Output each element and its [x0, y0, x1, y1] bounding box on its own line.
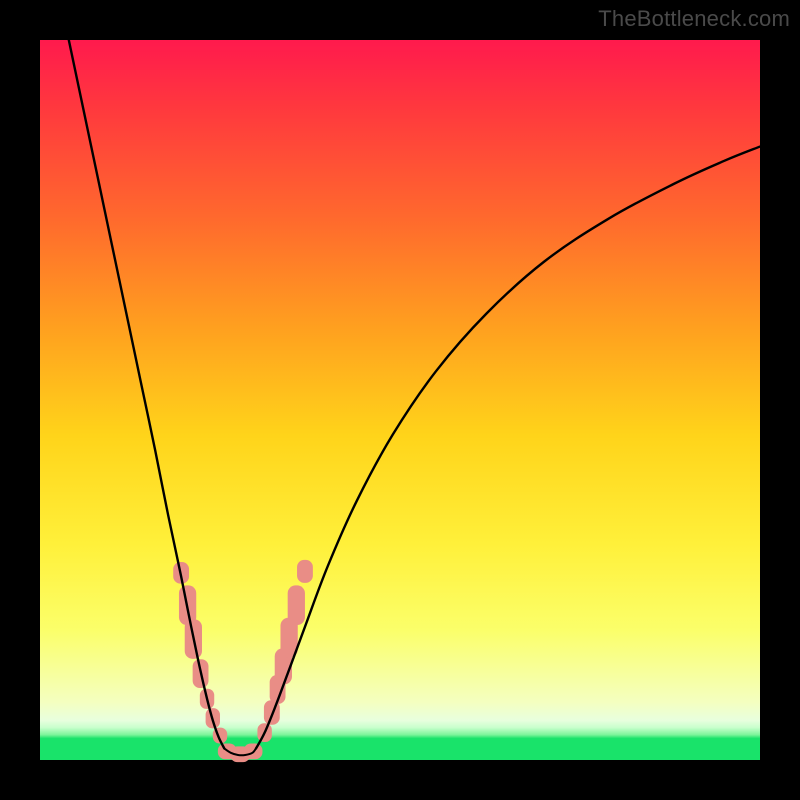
highlight-marker — [288, 585, 305, 625]
curve-lines — [69, 40, 760, 755]
plot-area — [40, 40, 760, 760]
curve-right-branch — [256, 147, 760, 749]
chart-frame: TheBottleneck.com — [0, 0, 800, 800]
highlight-marker — [297, 560, 313, 583]
watermark-label: TheBottleneck.com — [598, 6, 790, 32]
curve-layer — [40, 40, 760, 760]
